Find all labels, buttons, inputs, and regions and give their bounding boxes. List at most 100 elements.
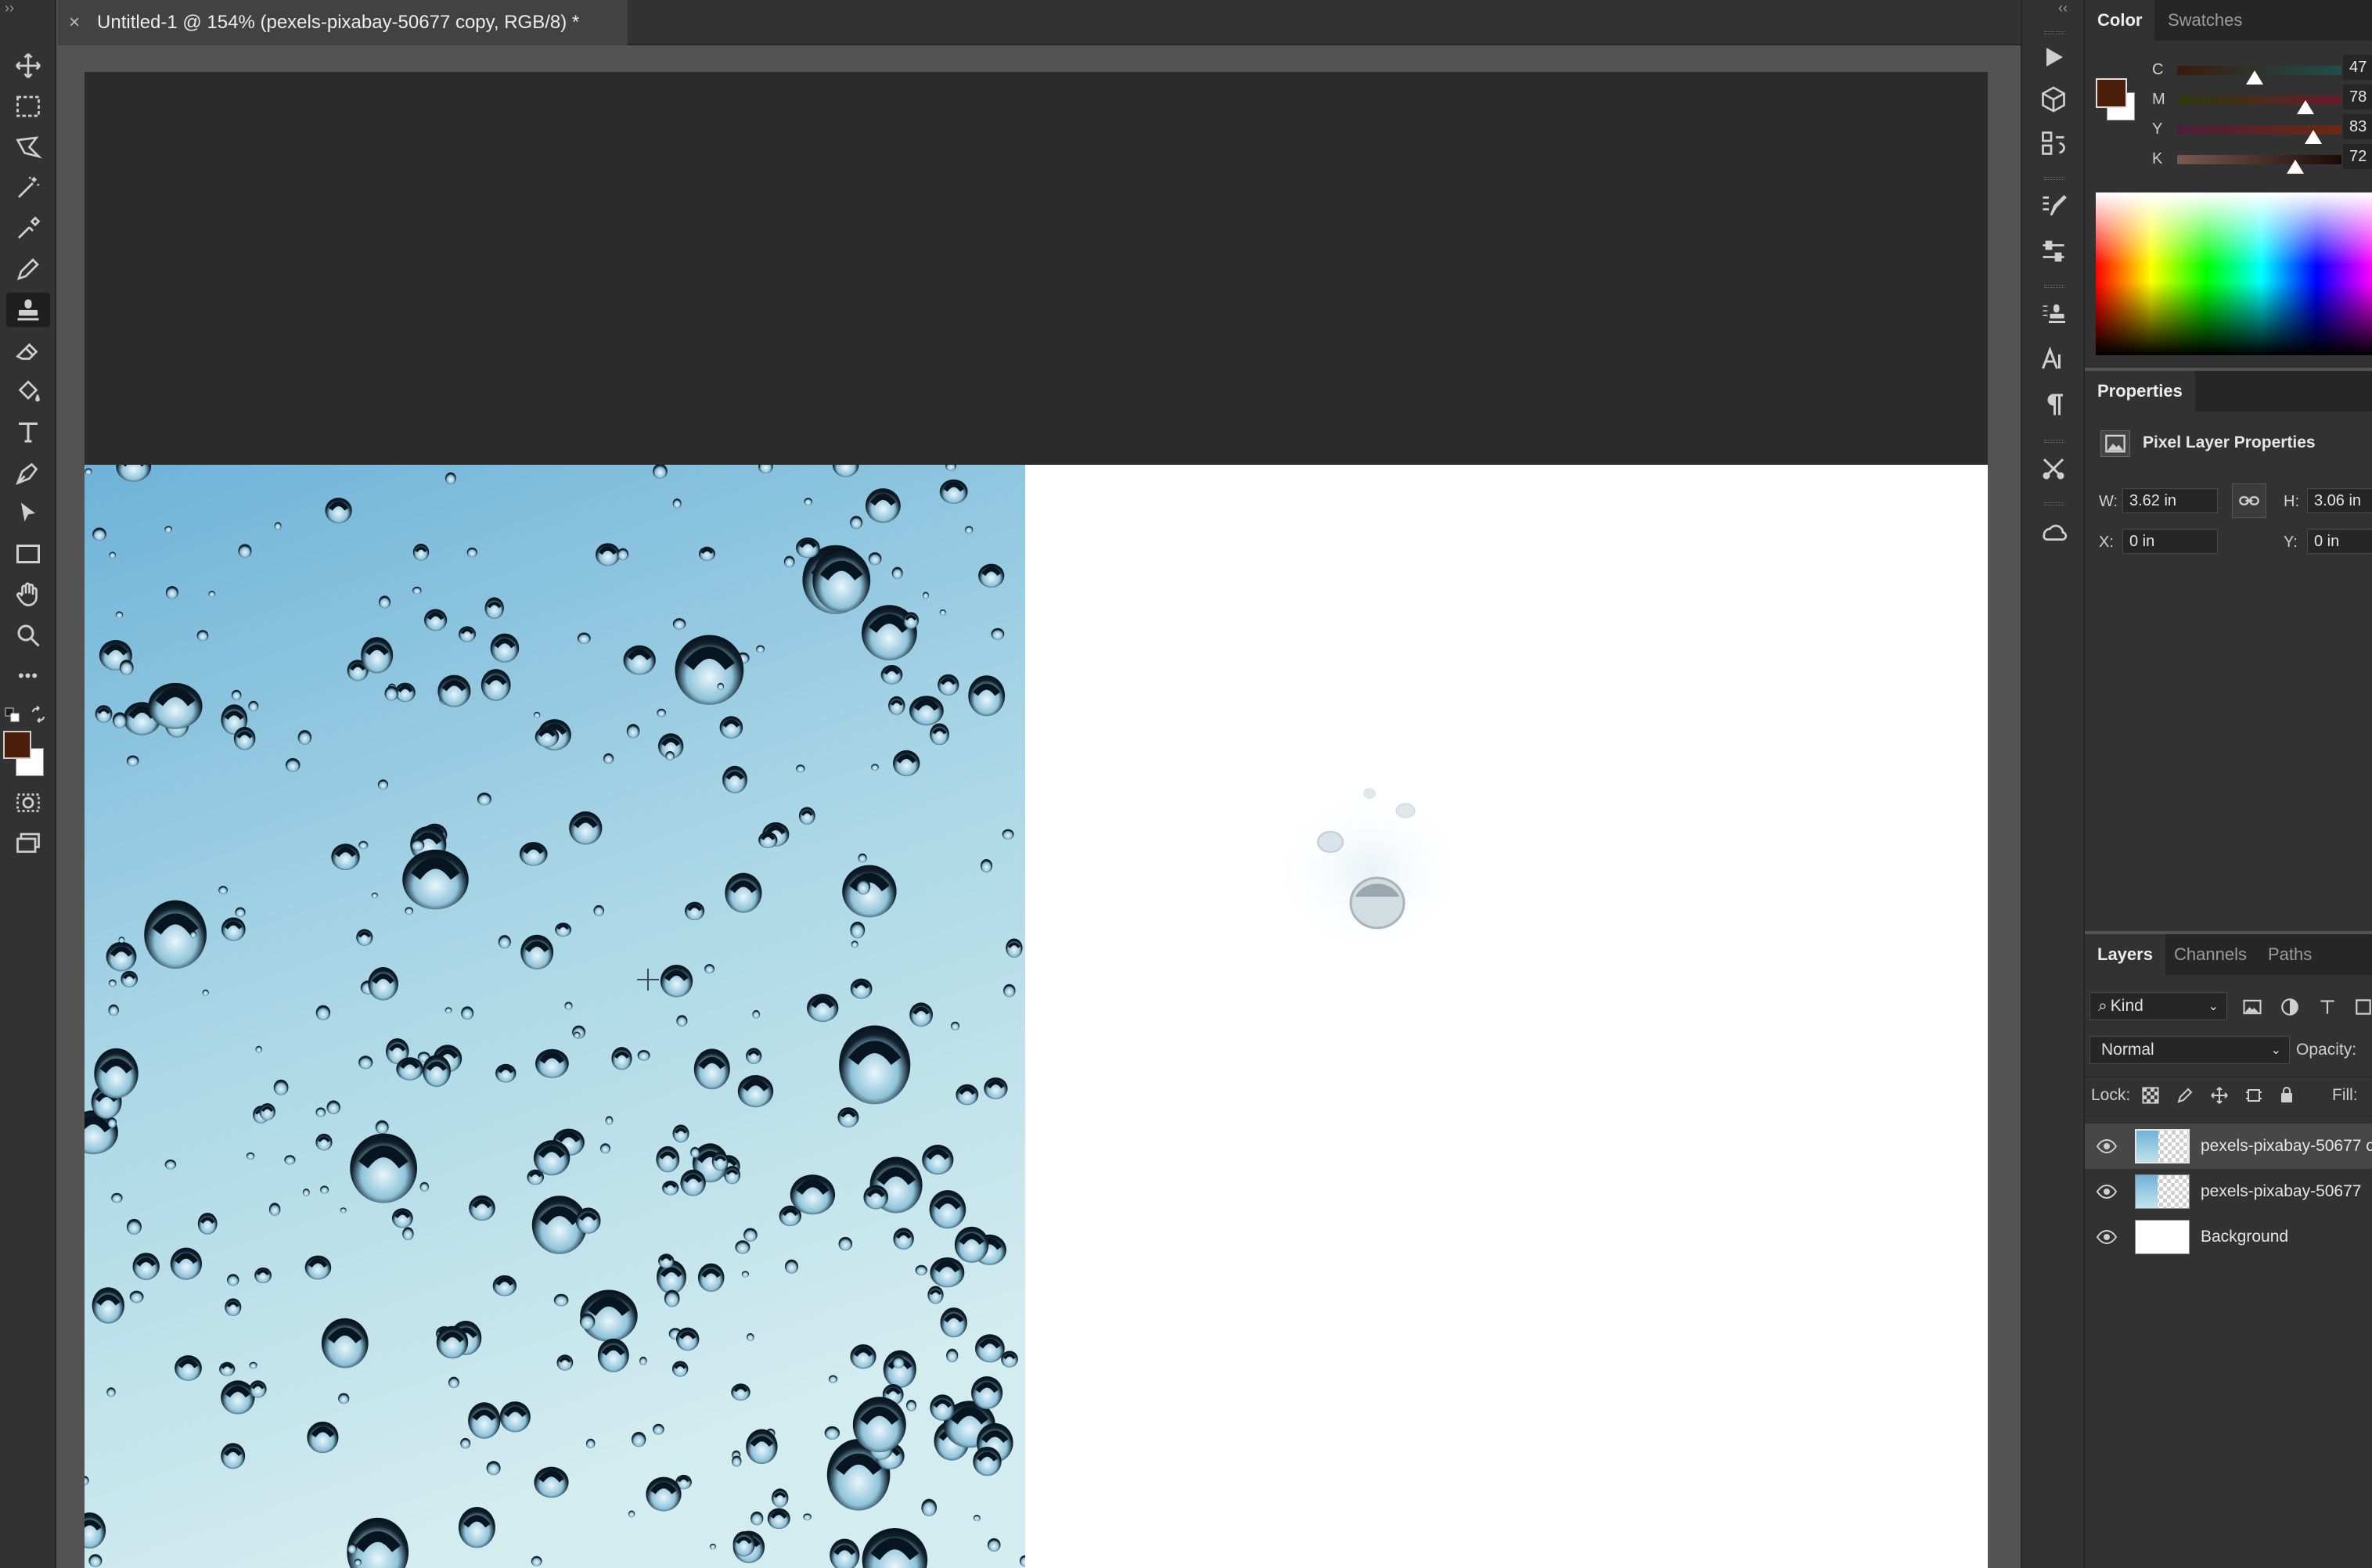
document-tab[interactable]: × Untitled-1 @ 154% (pexels-pixabay-5067… [58, 0, 628, 45]
tab-swatches[interactable]: Swatches [2155, 0, 2255, 41]
tools-toolbar: ›› ••• [0, 0, 56, 1568]
water-drops-image [85, 465, 1025, 1568]
height-field[interactable]: 3.06 in [2307, 488, 2372, 513]
more-tools-icon[interactable]: ••• [6, 659, 50, 693]
slider-thumb-k[interactable] [2287, 160, 2305, 174]
eyedropper-tool-icon[interactable] [6, 211, 50, 246]
brush-settings-icon[interactable] [2035, 188, 2071, 224]
move-tool-icon[interactable] [6, 49, 50, 83]
height-label: H: [2284, 493, 2299, 510]
clone-stamp-tool-icon[interactable] [6, 293, 50, 327]
layer-thumbnail [2135, 1174, 2190, 1209]
slider-value-m[interactable]: 78 [2343, 85, 2372, 110]
blend-mode-value: Normal [2101, 1041, 2154, 1059]
lock-transparent-pixels-icon[interactable] [2141, 1086, 2160, 1105]
filter-pixel-icon[interactable] [2241, 997, 2263, 1017]
slider-thumb-y[interactable] [2305, 130, 2323, 144]
lock-image-pixels-icon[interactable] [2176, 1086, 2194, 1105]
collapse-toolbar-icon[interactable]: ›› [5, 0, 14, 16]
brush-crosshair-cursor [637, 969, 659, 991]
canvas-area[interactable] [58, 45, 2021, 1568]
filter-shape-icon[interactable] [2352, 997, 2372, 1017]
default-colors-icon[interactable] [5, 707, 20, 723]
3d-cube-icon[interactable] [2035, 81, 2071, 117]
slider-value-y[interactable]: 83 [2343, 114, 2372, 139]
slider-label-m: M [2152, 91, 2165, 108]
lock-position-icon[interactable] [2210, 1086, 2229, 1105]
layer-row[interactable]: pexels-pixabay-50677 copy [2085, 1124, 2372, 1169]
visibility-eye-icon[interactable] [2096, 1184, 2118, 1199]
slider-track-m[interactable] [2177, 95, 2341, 105]
actions-play-icon[interactable] [2035, 39, 2071, 75]
rectangle-tool-icon[interactable] [6, 537, 50, 571]
magic-wand-tool-icon[interactable] [6, 171, 50, 205]
tab-color[interactable]: Color [2085, 0, 2155, 41]
type-tool-icon[interactable] [6, 415, 50, 449]
foreground-color-swatch[interactable] [3, 731, 31, 759]
path-selection-tool-icon[interactable] [6, 496, 50, 530]
layer-name: pexels-pixabay-50677 [2201, 1182, 2362, 1200]
right-panels: Color Swatches C 47 M 78 Y 83 K 72 Properties P… [2085, 0, 2372, 1568]
marquee-tool-icon[interactable] [6, 89, 50, 124]
layer-row[interactable]: pexels-pixabay-50677 [2085, 1169, 2372, 1214]
tool-presets-icon[interactable] [2035, 451, 2071, 487]
paint-bucket-tool-icon[interactable] [6, 374, 50, 408]
screen-mode-icon[interactable] [6, 826, 50, 861]
slider-value-k[interactable]: 72 [2343, 144, 2372, 169]
filter-type-icon[interactable] [2316, 997, 2338, 1017]
lock-label: Lock: [2091, 1086, 2131, 1104]
eraser-tool-icon[interactable] [6, 333, 50, 368]
layer-thumbnail [2135, 1129, 2190, 1163]
zoom-tool-icon[interactable] [6, 618, 50, 653]
blend-mode-select[interactable]: Normal ⌄ [2089, 1036, 2290, 1064]
lock-all-icon[interactable] [2277, 1084, 2296, 1105]
slider-label-k: K [2152, 150, 2163, 167]
hand-tool-icon[interactable] [6, 577, 50, 612]
visibility-eye-icon[interactable] [2096, 1138, 2118, 1154]
slider-value-c[interactable]: 47 [2343, 55, 2372, 80]
layer-name: Background [2201, 1228, 2289, 1246]
paragraph-icon[interactable] [2035, 387, 2071, 423]
close-tab-icon[interactable]: × [69, 12, 80, 34]
link-dimensions-icon[interactable] [2232, 484, 2266, 518]
collapse-dock-icon[interactable]: ‹‹ [2058, 0, 2068, 16]
visibility-eye-icon[interactable] [2096, 1229, 2118, 1245]
brush-tool-icon[interactable] [6, 252, 50, 286]
color-spectrum-ramp[interactable] [2096, 192, 2372, 355]
filter-search-icon: ⌕ [2098, 997, 2107, 1015]
layer-filter-select[interactable]: ⌕ Kind ⌄ [2089, 992, 2227, 1020]
slider-track-k[interactable] [2177, 155, 2341, 164]
panel-foreground-color[interactable] [2096, 78, 2127, 108]
layers-panel: Layers Channels Paths ⌕ Kind ⌄ Normal ⌄ … [2085, 934, 2372, 1568]
slider-thumb-c[interactable] [2245, 70, 2263, 85]
x-label: X: [2099, 534, 2114, 551]
layer-name: pexels-pixabay-50677 copy [2201, 1137, 2372, 1155]
document-canvas[interactable] [85, 72, 1988, 1568]
character-icon[interactable] [2035, 341, 2071, 377]
filter-kind-label: Kind [2110, 997, 2143, 1015]
document-tab-bar: × Untitled-1 @ 154% (pexels-pixabay-5067… [58, 0, 2021, 45]
tab-layers[interactable]: Layers [2085, 934, 2165, 975]
quick-mask-icon[interactable] [6, 786, 50, 820]
filter-adjustment-icon[interactable] [2279, 997, 2301, 1017]
lasso-tool-icon[interactable] [6, 130, 50, 164]
clone-stamp-sample-area [1260, 778, 1479, 966]
tab-channels[interactable]: Channels [2161, 934, 2259, 975]
x-field[interactable]: 0 in [2122, 529, 2218, 554]
color-panel: Color Swatches C 47 M 78 Y 83 K 72 [2085, 0, 2372, 368]
libraries-icon[interactable] [2035, 513, 2071, 549]
tab-properties[interactable]: Properties [2085, 371, 2195, 412]
lock-artboard-icon[interactable] [2244, 1086, 2263, 1105]
layer-row[interactable]: Background [2085, 1214, 2372, 1260]
pen-tool-icon[interactable] [6, 455, 50, 490]
swap-colors-icon[interactable] [30, 706, 47, 723]
layer-thumbnail [2135, 1220, 2190, 1254]
adjustments-icon[interactable] [2035, 233, 2071, 269]
tab-paths[interactable]: Paths [2255, 934, 2324, 975]
history-icon[interactable] [2035, 125, 2071, 161]
y-field[interactable]: 0 in [2307, 529, 2372, 554]
width-field[interactable]: 3.62 in [2122, 488, 2218, 513]
clone-source-icon[interactable] [2035, 296, 2071, 332]
slider-thumb-m[interactable] [2296, 100, 2314, 114]
dark-fill-region [85, 72, 1988, 465]
